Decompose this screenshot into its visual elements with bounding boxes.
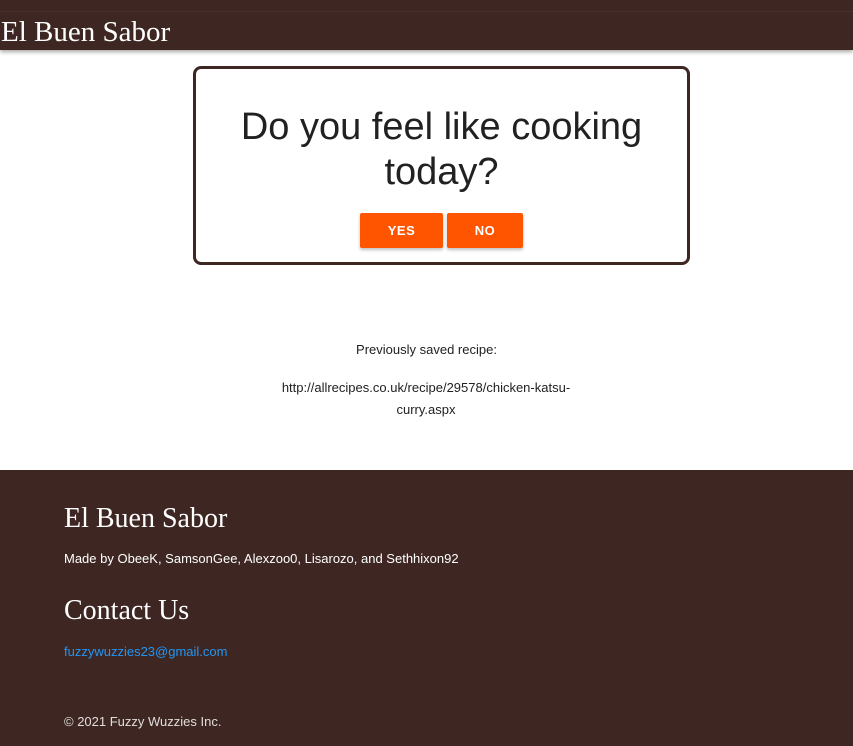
footer-credits: Made by ObeeK, SamsonGee, Alexzoo0, Lisa… <box>64 551 459 566</box>
contact-email-link[interactable]: fuzzywuzzies23@gmail.com <box>64 644 227 660</box>
page-footer: El Buen Sabor Made by ObeeK, SamsonGee, … <box>0 470 853 746</box>
saved-recipe-url: http://allrecipes.co.uk/recipe/29578/chi… <box>281 380 571 417</box>
brand-logo-link[interactable]: El Buen Sabor <box>1 15 170 49</box>
saved-recipe-label: Previously saved recipe: <box>356 342 497 357</box>
yes-button[interactable]: YES <box>360 213 443 248</box>
cooking-prompt-card: Do you feel like cooking today? YES NO <box>193 66 690 265</box>
top-navbar: El Buen Sabor <box>0 0 853 50</box>
navbar-band <box>0 11 853 12</box>
contact-heading: Contact Us <box>64 595 190 626</box>
cooking-question: Do you feel like cooking today? <box>240 106 643 193</box>
no-button[interactable]: NO <box>447 213 523 248</box>
copyright-text: © 2021 Fuzzy Wuzzies Inc. <box>64 714 222 729</box>
footer-title: El Buen Sabor <box>64 503 228 534</box>
